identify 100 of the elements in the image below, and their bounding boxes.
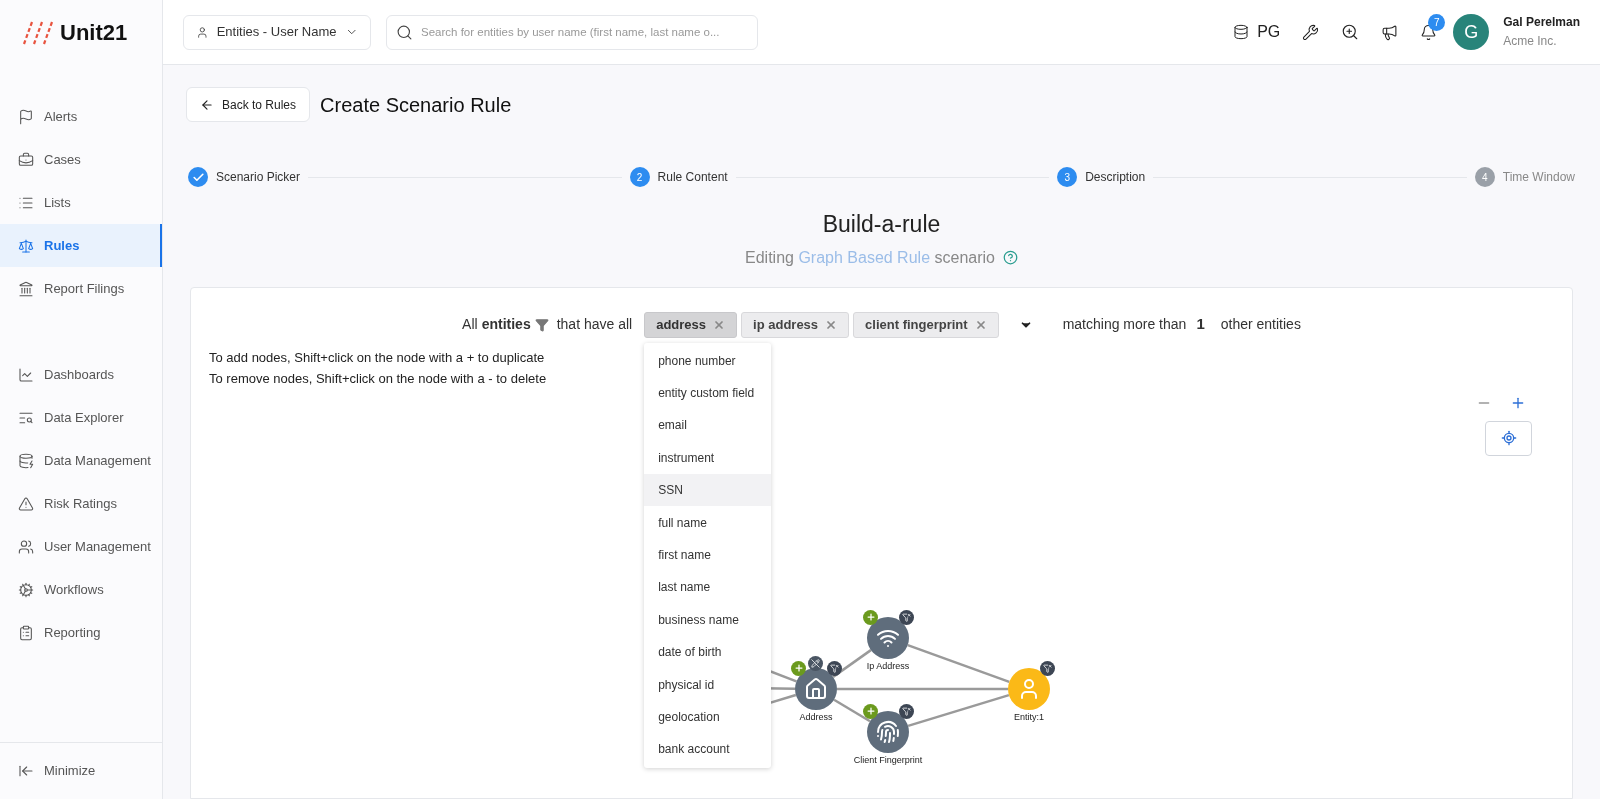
- attribute-chip[interactable]: ip address: [741, 311, 850, 338]
- dropdown-option[interactable]: entity custom field: [644, 376, 772, 410]
- filter-off-icon[interactable]: [827, 660, 842, 676]
- sidebar-item[interactable]: User Management: [0, 525, 162, 568]
- bank-icon: [18, 280, 34, 297]
- subtitle-text: Editing Graph Based Rule scenario: [745, 247, 995, 268]
- dropdown-option[interactable]: instrument: [644, 441, 772, 475]
- page-title: Create Scenario Rule: [320, 92, 512, 118]
- filter-off-icon[interactable]: [899, 609, 914, 625]
- edge-line: [832, 648, 872, 678]
- sidebar-item[interactable]: Lists: [0, 181, 162, 224]
- remove-icon[interactable]: [825, 318, 838, 331]
- matching-label: matching more than: [1062, 315, 1187, 334]
- filter-off-icon[interactable]: [1040, 660, 1055, 676]
- attribute-chip[interactable]: client fingerprint: [853, 311, 999, 338]
- graph-node[interactable]: [867, 616, 909, 659]
- warning-icon: [18, 495, 34, 512]
- line-chart-icon: [18, 366, 34, 383]
- sidebar-item[interactable]: Cases: [0, 138, 162, 181]
- add-node-icon[interactable]: [863, 703, 878, 719]
- add-node-icon[interactable]: [791, 660, 806, 676]
- node-label: Address: [799, 710, 833, 724]
- dropdown-option[interactable]: phone number: [644, 344, 772, 377]
- search-field[interactable]: Search for entities by user name (first name, last name o...: [386, 14, 758, 50]
- matching-suffix: other entities: [1220, 315, 1301, 334]
- user-icon: [196, 24, 209, 40]
- environment-label: PG: [1257, 22, 1281, 42]
- step-label: Scenario Picker: [216, 169, 301, 186]
- sidebar-item[interactable]: Risk Ratings: [0, 482, 162, 525]
- node-label: Entity:1: [1014, 710, 1044, 724]
- match-count[interactable]: 1: [1194, 313, 1207, 336]
- instruction-text: To remove nodes, Shift+click on the node with a - to delete: [209, 369, 547, 388]
- database-icon[interactable]: [1233, 24, 1250, 40]
- sidebar-item[interactable]: Data Management: [0, 439, 162, 482]
- users-icon: [18, 538, 34, 555]
- gear-icon: [18, 581, 34, 598]
- briefcase-icon: [18, 151, 34, 168]
- edge-line: [833, 698, 871, 722]
- filter-condition: that have all: [556, 315, 633, 334]
- dropdown-option[interactable]: SSN: [644, 474, 772, 507]
- graph-node[interactable]: [867, 710, 909, 753]
- zoom-in-icon[interactable]: [1341, 23, 1360, 41]
- help-icon[interactable]: [1002, 250, 1018, 265]
- dropdown-option[interactable]: geolocation: [644, 700, 772, 734]
- edit-off-icon[interactable]: [808, 655, 823, 671]
- user-name: Gal Perelman: [1503, 15, 1580, 30]
- back-button[interactable]: Back to Rules: [186, 87, 311, 122]
- notification-count: 7: [1428, 13, 1446, 31]
- graph-node[interactable]: [795, 667, 837, 710]
- house-icon: [804, 676, 828, 701]
- graph-node[interactable]: [1008, 667, 1050, 710]
- dropdown-option[interactable]: full name: [644, 506, 772, 539]
- minimize-button[interactable]: Minimize: [0, 742, 162, 798]
- sidebar-item[interactable]: Alerts: [0, 95, 162, 138]
- sidebar-item[interactable]: Workflows: [0, 568, 162, 611]
- entity-select[interactable]: Entities - User Name: [183, 14, 371, 50]
- step-number: 2: [629, 167, 650, 187]
- step-number: 3: [1057, 167, 1078, 187]
- locate-icon: [1500, 430, 1517, 446]
- instruction-text: To add nodes, Shift+click on the node with a + to duplicate: [209, 348, 545, 367]
- avatar[interactable]: G: [1453, 14, 1490, 50]
- wrench-icon[interactable]: [1302, 23, 1320, 41]
- flag-icon: [18, 108, 34, 125]
- sidebar-item[interactable]: Rules: [0, 224, 162, 267]
- sidebar-item[interactable]: Reporting: [0, 611, 162, 654]
- dropdown-option[interactable]: date of birth: [644, 636, 772, 669]
- node-label: Ip Address: [866, 659, 910, 673]
- logo-icon: [22, 19, 56, 46]
- logo-text: Unit21: [60, 19, 128, 47]
- dropdown-option[interactable]: bank account: [644, 733, 772, 766]
- fingerprint-icon: [876, 719, 900, 744]
- builder-heading: Build-a-rule: [822, 210, 941, 239]
- node-label: Client Fingerprint: [853, 753, 923, 767]
- database-icon: [18, 452, 34, 469]
- search-icon: [396, 23, 413, 41]
- step-label: Description: [1085, 169, 1146, 186]
- remove-icon[interactable]: [974, 318, 987, 331]
- entities-label: entities: [481, 315, 531, 334]
- filter-icon[interactable]: [534, 317, 549, 332]
- clipboard-icon: [18, 624, 34, 641]
- step-label: Rule Content: [657, 169, 728, 186]
- recenter-button[interactable]: [1485, 420, 1532, 456]
- sidebar-item[interactable]: Report Filings: [0, 267, 162, 310]
- attribute-chip[interactable]: address: [644, 311, 738, 338]
- sidebar-item[interactable]: Data Explorer: [0, 396, 162, 439]
- step-label: Time Window: [1502, 169, 1575, 186]
- sidebar-item[interactable]: Dashboards: [0, 353, 162, 396]
- add-node-icon[interactable]: [863, 609, 878, 625]
- scale-icon: [18, 237, 34, 254]
- organization-name: Acme Inc.: [1503, 34, 1558, 49]
- dropdown-option[interactable]: last name: [644, 571, 772, 604]
- dropdown-option[interactable]: physical id: [644, 668, 772, 701]
- step-number: 4: [1474, 167, 1495, 187]
- dropdown-option[interactable]: business name: [644, 603, 772, 636]
- megaphone-icon[interactable]: [1381, 23, 1399, 41]
- dropdown-option[interactable]: first name: [644, 538, 772, 572]
- dropdown-option[interactable]: email: [644, 409, 772, 442]
- filter-off-icon[interactable]: [899, 703, 914, 719]
- filter-prefix: All: [462, 315, 478, 334]
- arrow-left-icon: [200, 97, 214, 112]
